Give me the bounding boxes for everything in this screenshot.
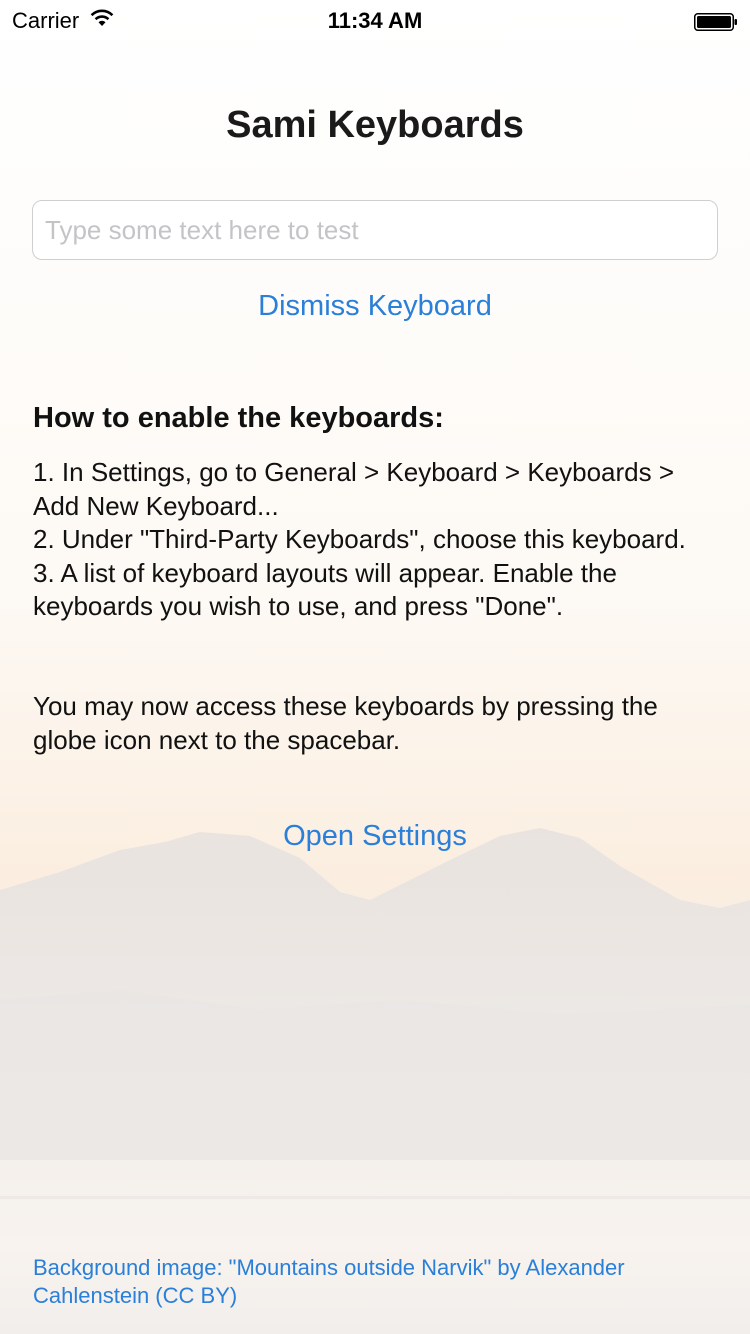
instruction-step-1: 1. In Settings, go to General > Keyboard… [33,457,675,521]
open-settings-button[interactable]: Open Settings [0,820,750,853]
instructions-steps: 1. In Settings, go to General > Keyboard… [33,456,723,624]
instruction-step-2: 2. Under "Third-Party Keyboards", choose… [33,524,686,554]
status-bar: Carrier 11:34 AM [0,0,750,40]
globe-icon-note: You may now access these keyboards by pr… [33,691,658,755]
instruction-step-3: 3. A list of keyboard layouts will appea… [33,557,617,622]
status-time: 11:34 AM [327,8,423,33]
battery-icon [694,11,738,31]
test-text-input[interactable] [32,200,718,260]
background-image-credit-link[interactable]: Background image: "Mountains outside Nar… [33,1254,723,1310]
dismiss-keyboard-button[interactable]: Dismiss Keyboard [0,290,750,323]
page-title: Sami Keyboards [226,104,524,146]
instructions-heading: How to enable the keyboards: [33,402,444,434]
